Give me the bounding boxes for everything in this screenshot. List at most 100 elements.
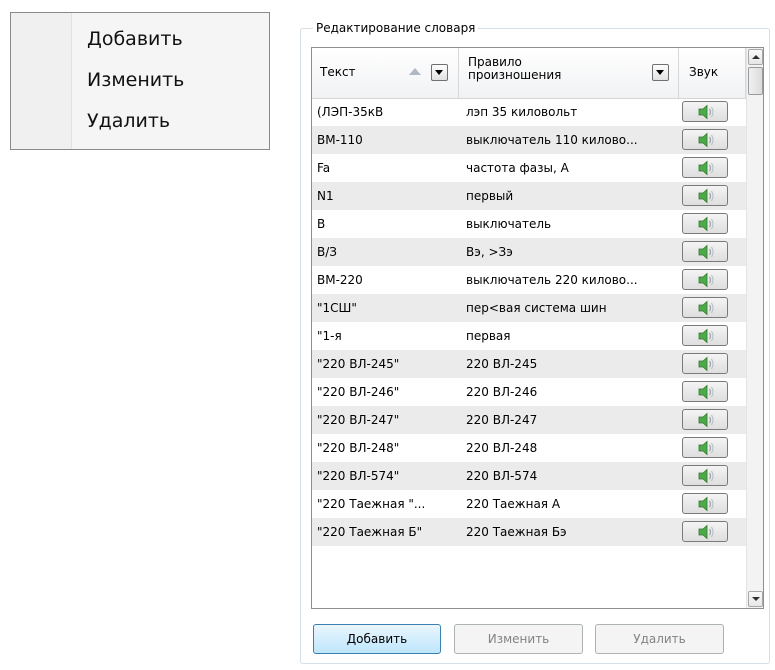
context-menu-icon-gutter xyxy=(11,13,72,149)
play-sound-button[interactable] xyxy=(682,353,728,374)
play-sound-button[interactable] xyxy=(682,325,728,346)
cell-text: N1 xyxy=(317,189,334,203)
context-menu-item-add[interactable]: Добавить xyxy=(87,28,183,50)
text-filter-dropdown-button[interactable] xyxy=(431,64,448,81)
cell-rule: Вэ, >Зэ xyxy=(466,245,513,259)
speaker-icon xyxy=(698,132,714,148)
play-sound-button[interactable] xyxy=(682,269,728,290)
cell-text: "220 ВЛ-574" xyxy=(317,469,400,483)
speaker-icon xyxy=(698,524,714,540)
cell-rule: 220 Таежная Бэ xyxy=(466,525,567,539)
sort-ascending-icon xyxy=(409,68,421,75)
context-menu-item-delete[interactable]: Удалить xyxy=(87,110,170,132)
play-sound-button[interactable] xyxy=(682,129,728,150)
speaker-icon xyxy=(698,328,714,344)
scroll-thumb[interactable] xyxy=(748,67,763,95)
cell-text: "220 Таежная Б" xyxy=(317,525,423,539)
cell-text: ВМ-110 xyxy=(317,133,363,147)
cell-text: Fa xyxy=(317,161,331,175)
table-row[interactable]: (ЛЭП-35кВ лэп 35 киловольт xyxy=(312,98,746,126)
cell-text: "220 Таежная "... xyxy=(317,497,426,511)
cell-text: (ЛЭП-35кВ xyxy=(317,105,384,119)
table-row[interactable]: Fa частота фазы, А xyxy=(312,154,746,182)
cell-text: "1СШ" xyxy=(317,301,357,315)
table-row[interactable]: ВМ-110 выключатель 110 килово... xyxy=(312,126,746,154)
column-header-sound-label: Звук xyxy=(689,65,719,79)
table-row[interactable]: "220 ВЛ-248" 220 ВЛ-248 xyxy=(312,434,746,462)
play-sound-button[interactable] xyxy=(682,465,728,486)
table-row[interactable]: В/З Вэ, >Зэ xyxy=(312,238,746,266)
speaker-icon xyxy=(698,272,714,288)
speaker-icon xyxy=(698,496,714,512)
table-row[interactable]: ВМ-220 выключатель 220 килово... xyxy=(312,266,746,294)
speaker-icon xyxy=(698,384,714,400)
table-row[interactable]: "220 ВЛ-574" 220 ВЛ-574 xyxy=(312,462,746,490)
table-row[interactable]: "220 Таежная "... 220 Таежная А xyxy=(312,490,746,518)
cell-text: "220 ВЛ-247" xyxy=(317,413,400,427)
rule-filter-dropdown-button[interactable] xyxy=(652,64,669,81)
play-sound-button[interactable] xyxy=(682,297,728,318)
chevron-up-icon xyxy=(752,55,760,59)
table-row[interactable]: "220 ВЛ-247" 220 ВЛ-247 xyxy=(312,406,746,434)
chevron-down-icon xyxy=(435,70,443,75)
cell-text: В xyxy=(317,217,326,231)
vertical-scrollbar[interactable] xyxy=(746,48,763,608)
chevron-down-icon xyxy=(656,70,664,75)
speaker-icon xyxy=(698,468,714,484)
play-sound-button[interactable] xyxy=(682,493,728,514)
speaker-icon xyxy=(698,244,714,260)
cell-rule: 220 Таежная А xyxy=(466,497,561,511)
edit-button[interactable]: Изменить xyxy=(454,624,583,654)
cell-text: "220 ВЛ-245" xyxy=(317,357,400,371)
table-row[interactable]: N1 первый xyxy=(312,182,746,210)
play-sound-button[interactable] xyxy=(682,185,728,206)
scroll-up-button[interactable] xyxy=(748,49,763,65)
cell-rule: пер<вая система шин xyxy=(466,301,607,315)
cell-rule: лэп 35 киловольт xyxy=(466,105,578,119)
table-row[interactable]: Ввыключатель xyxy=(312,210,746,238)
cell-text: "1-я xyxy=(317,329,342,343)
context-menu: Добавить Изменить Удалить xyxy=(10,12,270,150)
table-row[interactable]: "1-я первая xyxy=(312,322,746,350)
cell-rule: 220 ВЛ-245 xyxy=(466,357,538,371)
play-sound-button[interactable] xyxy=(682,521,728,542)
cell-rule: выключатель 220 килово... xyxy=(466,273,638,287)
groupbox-title: Редактирование словаря xyxy=(313,21,479,35)
add-button[interactable]: Добавить xyxy=(313,624,441,654)
speaker-icon xyxy=(698,160,714,176)
speaker-icon xyxy=(698,440,714,456)
speaker-icon xyxy=(698,412,714,428)
speaker-icon xyxy=(698,188,714,204)
grid-rows: (ЛЭП-35кВ лэп 35 киловольт ВМ-110 выключат… xyxy=(312,98,746,546)
play-sound-button[interactable] xyxy=(682,409,728,430)
speaker-icon xyxy=(698,300,714,316)
play-sound-button[interactable] xyxy=(682,437,728,458)
table-row[interactable]: "220 ВЛ-246" 220 ВЛ-246 xyxy=(312,378,746,406)
grid-header: Текст Правило произношения Звук xyxy=(312,48,746,99)
speaker-icon xyxy=(698,356,714,372)
play-sound-button[interactable] xyxy=(682,101,728,122)
column-header-text[interactable]: Текст xyxy=(312,48,459,98)
play-sound-button[interactable] xyxy=(682,241,728,262)
cell-rule: 220 ВЛ-574 xyxy=(466,469,538,483)
column-header-text-label: Текст xyxy=(320,65,356,79)
cell-rule: 220 ВЛ-248 xyxy=(466,441,538,455)
table-row[interactable]: "220 Таежная Б" 220 Таежная Бэ xyxy=(312,518,746,546)
context-menu-item-edit[interactable]: Изменить xyxy=(87,69,184,91)
cell-text: "220 ВЛ-248" xyxy=(317,441,400,455)
play-sound-button[interactable] xyxy=(682,157,728,178)
cell-text: ВМ-220 xyxy=(317,273,363,287)
play-sound-button[interactable] xyxy=(682,381,728,402)
cell-rule: первый xyxy=(466,189,514,203)
play-sound-button[interactable] xyxy=(682,213,728,234)
dictionary-grid: Текст Правило произношения Звук (ЛЭП-35к… xyxy=(311,47,764,609)
cell-rule: 220 ВЛ-246 xyxy=(466,385,538,399)
chevron-down-icon xyxy=(752,597,760,601)
cell-text: В/З xyxy=(317,245,337,259)
column-header-sound[interactable]: Звук xyxy=(679,48,746,98)
delete-button[interactable]: Удалить xyxy=(595,624,724,654)
table-row[interactable]: "1СШ" пер<вая система шин xyxy=(312,294,746,322)
scroll-down-button[interactable] xyxy=(748,591,763,607)
table-row[interactable]: "220 ВЛ-245" 220 ВЛ-245 xyxy=(312,350,746,378)
column-header-rule[interactable]: Правило произношения xyxy=(459,48,679,98)
